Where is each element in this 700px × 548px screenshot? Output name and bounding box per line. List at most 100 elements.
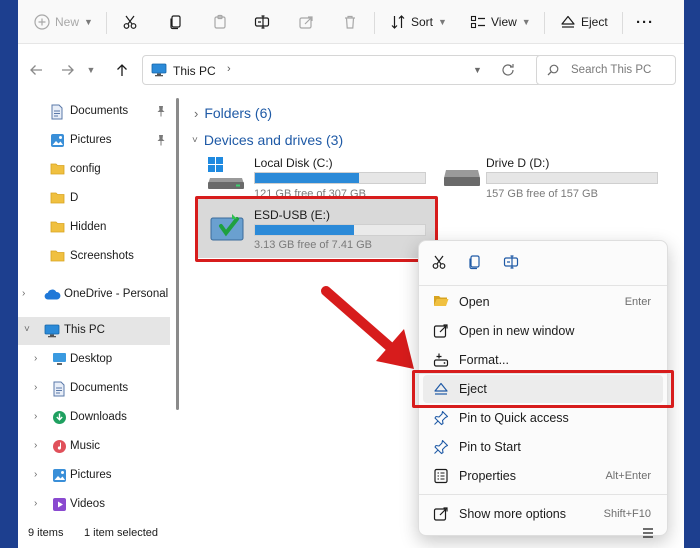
chevron-down-icon: ▼ [438, 17, 447, 27]
view-button[interactable]: View ▼ [470, 0, 531, 44]
chevron-right-icon[interactable]: › [34, 498, 37, 509]
chevron-down-icon: ▼ [84, 17, 93, 27]
menu-item-label: Show more options [459, 507, 567, 521]
drive-c-usage-bar [254, 172, 426, 184]
sidebar-item-config[interactable]: config [18, 156, 170, 184]
eject-label: Eject [581, 15, 608, 29]
video-icon [52, 497, 67, 512]
search-box[interactable]: Search This PC [536, 55, 676, 85]
sidebar-item-pictures[interactable]: › Pictures [18, 462, 170, 490]
sidebar-item-downloads[interactable]: › Downloads [18, 404, 170, 432]
sidebar-item-documents-quick[interactable]: Documents [18, 98, 170, 126]
sidebar-item-label: Hidden [70, 221, 107, 233]
context-menu-quick-actions [419, 241, 667, 285]
breadcrumb-this-pc[interactable]: This PC [173, 64, 216, 78]
drive-c[interactable]: Local Disk (C:) 121 GB free of 307 GB [202, 152, 442, 200]
sidebar-item-onedrive[interactable]: › OneDrive - Personal [18, 281, 170, 309]
paste-button[interactable] [212, 0, 228, 44]
address-dropdown-icon[interactable]: ▼ [473, 65, 482, 75]
new-button[interactable]: New ▼ [34, 0, 93, 44]
eject-icon [560, 14, 576, 30]
up-button[interactable] [112, 60, 132, 80]
pin-icon [156, 134, 166, 146]
pictures-icon [50, 133, 65, 148]
forward-button[interactable] [58, 60, 78, 80]
chevron-right-icon[interactable]: › [34, 411, 37, 422]
address-bar[interactable]: This PC › ▼ [142, 55, 542, 85]
sort-button[interactable]: Sort ▼ [390, 0, 447, 44]
windows-drive-icon [206, 156, 246, 190]
menu-item-pin-start[interactable]: Pin to Start [423, 433, 663, 461]
chevron-down-icon[interactable]: ˅ [24, 324, 30, 335]
sidebar-item-documents[interactable]: › Documents [18, 375, 170, 403]
toolbar-divider [544, 12, 545, 34]
scissors-icon[interactable] [431, 254, 447, 270]
sidebar-scrollbar[interactable] [176, 98, 179, 410]
chevron-right-icon[interactable]: › [34, 469, 37, 480]
breadcrumb-chevron-icon[interactable]: › [227, 63, 231, 75]
clipboard-icon [212, 14, 228, 30]
sidebar-item-label: Downloads [70, 411, 127, 423]
drive-d-usage-bar [486, 172, 658, 184]
chevron-right-icon[interactable]: › [34, 440, 37, 451]
back-button[interactable] [26, 60, 46, 80]
sidebar-item-d[interactable]: D [18, 185, 170, 213]
drive-d[interactable]: Drive D (D:) 157 GB free of 157 GB [438, 152, 678, 200]
arrow-right-icon [61, 63, 75, 77]
menu-item-properties[interactable]: Properties Alt+Enter [423, 462, 663, 490]
view-label: View [491, 15, 517, 29]
folders-header-label: Folders (6) [204, 105, 273, 121]
recent-locations-button[interactable]: ▼ [84, 60, 98, 80]
toolbar-divider [106, 12, 107, 34]
folders-section-header[interactable]: › Folders (6) [194, 105, 272, 121]
share-button[interactable] [298, 0, 314, 44]
cut-button[interactable] [122, 0, 138, 44]
sidebar-item-label: Desktop [70, 353, 113, 365]
chevron-right-icon[interactable]: › [34, 382, 37, 393]
context-menu-divider [419, 285, 667, 286]
search-icon [547, 64, 559, 76]
devices-section-header[interactable]: ˅ Devices and drives (3) [192, 132, 343, 148]
sidebar-item-label: Music [70, 440, 101, 452]
sidebar-item-hidden[interactable]: Hidden [18, 214, 170, 242]
sidebar-item-this-pc[interactable]: ˅ This PC [18, 317, 170, 345]
sidebar-item-label: Screenshots [70, 250, 134, 262]
more-options-button[interactable]: ··· [636, 0, 654, 44]
menu-item-label: Pin to Start [459, 440, 521, 454]
item-count: 9 items [28, 527, 64, 539]
download-icon [52, 410, 67, 425]
chevron-right-icon[interactable]: › [34, 353, 37, 364]
sidebar-item-videos[interactable]: › Videos [18, 491, 170, 519]
copy-icon[interactable] [467, 254, 483, 270]
rename-icon[interactable] [503, 254, 519, 270]
sidebar-item-screenshots[interactable]: Screenshots [18, 243, 170, 271]
sidebar-item-label: config [70, 163, 101, 175]
menu-item-label: Open in new window [459, 324, 575, 338]
monitor-icon [151, 63, 167, 77]
copy-button[interactable] [168, 0, 184, 44]
menu-item-open-new-window[interactable]: Open in new window [423, 317, 663, 345]
sidebar-item-label: This PC [64, 324, 105, 336]
menu-item-open[interactable]: Open Enter [423, 288, 663, 316]
arrow-left-icon [29, 63, 43, 77]
details-view-icon[interactable] [642, 527, 654, 539]
pin-icon [433, 439, 449, 455]
rename-button[interactable] [254, 0, 270, 44]
sidebar-item-music[interactable]: › Music [18, 433, 170, 461]
delete-button[interactable] [342, 0, 358, 44]
eject-button[interactable]: Eject [560, 0, 608, 44]
search-placeholder: Search This PC [571, 64, 652, 76]
context-menu-divider [419, 494, 667, 495]
sidebar-item-desktop[interactable]: › Desktop [18, 346, 170, 374]
refresh-icon[interactable] [501, 62, 515, 78]
desktop-icon [52, 352, 67, 366]
sidebar-item-pictures-quick[interactable]: Pictures [18, 127, 170, 155]
document-icon [50, 104, 64, 120]
sidebar-item-label: Videos [70, 498, 105, 510]
sort-label: Sort [411, 15, 434, 29]
chevron-right-icon[interactable]: › [22, 288, 25, 299]
drive-c-name: Local Disk (C:) [254, 156, 333, 170]
hard-drive-icon [442, 168, 482, 188]
pin-icon [156, 105, 166, 117]
menu-item-pin-quick-access[interactable]: Pin to Quick access [423, 404, 663, 432]
